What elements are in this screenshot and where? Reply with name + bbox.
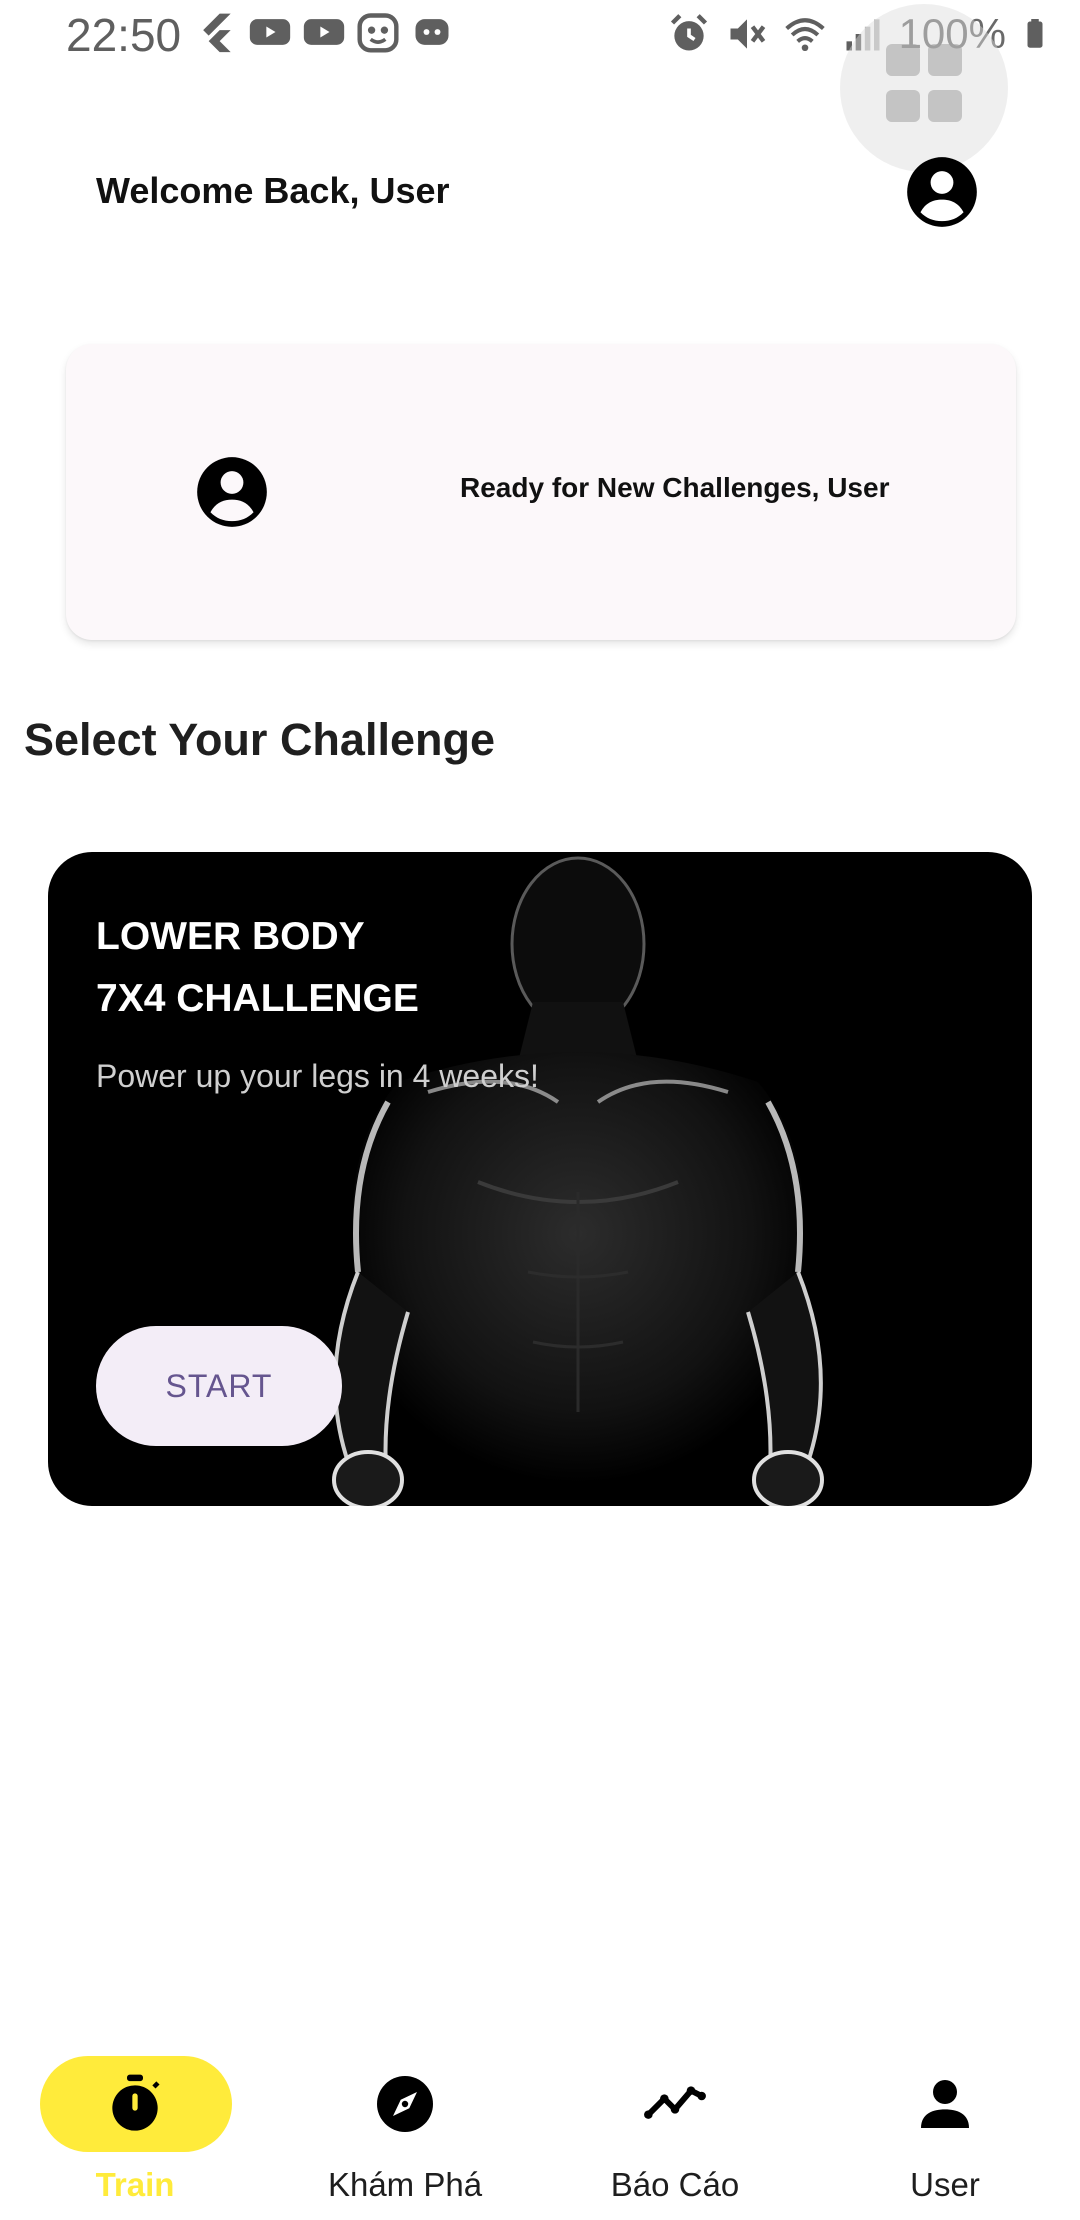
game-icon bbox=[415, 19, 449, 45]
nav-label-bao-cao: Báo Cáo bbox=[610, 2166, 740, 2203]
nav-label-user: User bbox=[910, 2166, 980, 2203]
welcome-title: Welcome Back, User bbox=[96, 170, 450, 211]
nav-label-train: Train bbox=[95, 2166, 175, 2203]
nav-item-user[interactable]: User bbox=[810, 2038, 1080, 2208]
status-time: 22:50 bbox=[66, 9, 182, 61]
timer-icon bbox=[112, 2074, 160, 2131]
nav-item-train[interactable]: Train bbox=[0, 2038, 270, 2208]
trend-icon bbox=[644, 2086, 706, 2119]
flutter-icon bbox=[203, 13, 231, 53]
challenge-subtitle: Power up your legs in 4 weeks! bbox=[96, 1058, 539, 1094]
alarm-icon bbox=[670, 14, 707, 51]
youtube-icon bbox=[249, 19, 291, 45]
challenge-card[interactable]: LOWER BODY 7X4 CHALLENGE Power up your l… bbox=[48, 852, 1032, 1506]
nav-item-bao-cao[interactable]: Báo Cáo bbox=[540, 2038, 810, 2208]
bottom-navigation: Train Khám Phá Báo Cáo User bbox=[0, 2020, 1080, 2220]
greeting-text: Ready for New Challenges, User bbox=[460, 472, 890, 503]
grid-cell bbox=[928, 44, 962, 76]
grid-cell bbox=[886, 44, 920, 76]
nav-item-kham-pha[interactable]: Khám Phá bbox=[270, 2038, 540, 2208]
challenge-title: LOWER BODY 7X4 CHALLENGE bbox=[96, 915, 419, 1020]
grid-cell bbox=[928, 90, 962, 122]
battery-icon bbox=[1027, 19, 1043, 48]
screen: 22:50 100% Welcome Back, User Ready for … bbox=[0, 0, 1080, 2220]
person-icon bbox=[921, 2080, 969, 2128]
account-icon[interactable] bbox=[904, 154, 980, 230]
wifi-icon bbox=[784, 18, 825, 52]
notification-icons bbox=[194, 10, 454, 54]
nav-label-kham-pha: Khám Phá bbox=[327, 2166, 483, 2203]
app-icon bbox=[357, 13, 399, 53]
mute-icon bbox=[730, 19, 765, 49]
grid-cell bbox=[886, 90, 920, 122]
section-title: Select Your Challenge bbox=[24, 714, 495, 765]
user-avatar-icon bbox=[197, 457, 267, 527]
greeting-card: Ready for New Challenges, User bbox=[66, 344, 1016, 640]
compass-icon bbox=[377, 2076, 433, 2132]
floating-menu-button[interactable] bbox=[840, 4, 1008, 172]
start-button[interactable]: START bbox=[96, 1326, 342, 1446]
youtube-icon bbox=[303, 19, 345, 45]
